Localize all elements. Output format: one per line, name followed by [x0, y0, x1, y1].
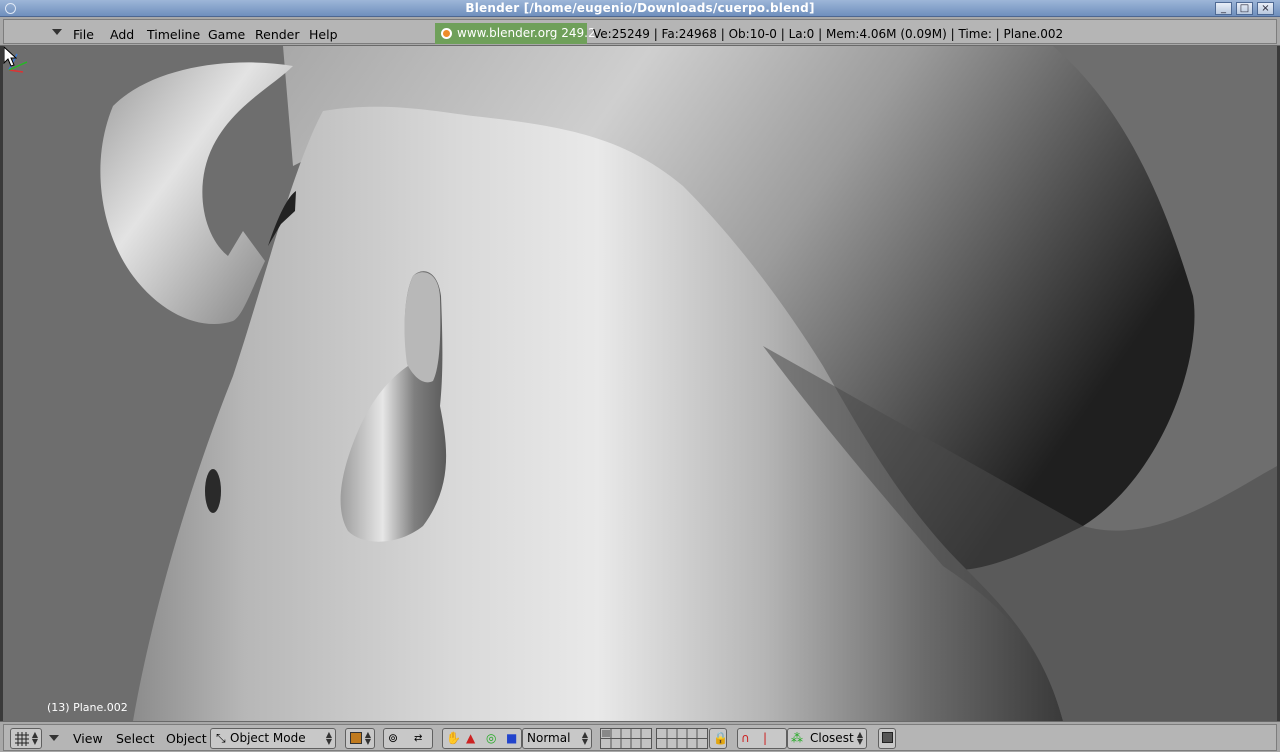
updown-icon: ▲ ▼	[856, 730, 863, 746]
updown-icon: ▲ ▼	[325, 730, 332, 746]
menu-object[interactable]: Object	[166, 731, 207, 746]
window-titlebar: Blender [/home/eugenio/Downloads/cuerpo.…	[0, 0, 1280, 17]
menu-view[interactable]: View	[73, 731, 103, 746]
mode-icon: ⤡	[216, 731, 226, 745]
scene-stats: Ve:25249 | Fa:24968 | Ob:10-0 | La:0 | M…	[593, 27, 1064, 41]
header-collapse-icon[interactable]	[49, 735, 59, 741]
lock-icon: 🔒	[713, 731, 728, 745]
proportional-edit-toggles[interactable]: ∩ |	[737, 728, 787, 749]
render-preview-button[interactable]	[878, 728, 896, 749]
hand-icon: ✋	[446, 731, 461, 745]
minimize-button[interactable]: _	[1215, 2, 1232, 15]
updown-icon: ▲ ▼	[31, 730, 38, 746]
lock-layers-button[interactable]: 🔒	[709, 728, 728, 749]
info-header-panel: File Add Timeline Game Render Help www.b…	[3, 19, 1277, 44]
3d-viewport[interactable]: (13) Plane.002	[3, 46, 1277, 721]
mode-label: Object Mode	[230, 731, 306, 745]
close-button[interactable]: ×	[1257, 2, 1274, 15]
menu-render[interactable]: Render	[255, 27, 300, 42]
menu-file[interactable]: File	[73, 27, 94, 42]
menu-add[interactable]: Add	[110, 27, 134, 42]
grid-editor-icon	[15, 732, 29, 746]
menu-game[interactable]: Game	[208, 27, 245, 42]
snap-icon: ⁂	[791, 731, 803, 745]
active-object-label: (13) Plane.002	[47, 701, 128, 714]
blender-site-label: www.blender.org 249.2	[457, 26, 596, 40]
menu-timeline[interactable]: Timeline	[147, 27, 200, 42]
snap-target-selector[interactable]: ⁂ Closest ▲ ▼	[787, 728, 867, 749]
mode-selector[interactable]: ⤡ Object Mode ▲ ▼	[210, 728, 336, 749]
layer-buttons-left[interactable]	[600, 728, 652, 749]
view3d-header-panel: ▲ ▼ View Select Object ⤡ Object Mode ▲ ▼ ▲…	[3, 724, 1277, 751]
info-header: File Add Timeline Game Render Help www.b…	[0, 17, 1280, 46]
manipulator-icon: ⇄	[414, 733, 423, 744]
layers-grid-icon	[657, 729, 707, 748]
rotate-icon: ◎	[486, 731, 497, 745]
orientation-label: Normal	[527, 731, 571, 745]
manipulator-toggles[interactable]: ✋ ▲ ◎ ■	[442, 728, 522, 749]
maximize-button[interactable]: □	[1236, 2, 1253, 15]
mesh-render	[100, 46, 1277, 721]
layer-buttons-right[interactable]	[656, 728, 708, 749]
view3d-header: ▲ ▼ View Select Object ⤡ Object Mode ▲ ▼ ▲…	[0, 721, 1280, 752]
mouse-cursor-icon	[3, 46, 17, 67]
blender-logo-icon	[441, 28, 452, 39]
blender-version-badge[interactable]: www.blender.org 249.2	[435, 23, 596, 44]
magnet-icon: ∩	[741, 731, 750, 745]
window-title: Blender [/home/eugenio/Downloads/cuerpo.…	[465, 1, 815, 15]
menu-select[interactable]: Select	[116, 731, 155, 746]
solid-cube-icon	[350, 732, 362, 744]
pivot-icon: ⊚	[388, 731, 399, 745]
header-collapse-icon[interactable]	[52, 29, 62, 35]
scale-icon: ■	[506, 731, 518, 745]
layers-grid-icon	[601, 729, 651, 748]
render-icon	[882, 732, 893, 743]
pivot-selector[interactable]: ⊚ ⇄	[383, 728, 433, 749]
updown-icon: ▲ ▼	[364, 730, 371, 746]
translate-icon: ▲	[466, 731, 476, 745]
updown-icon: ▲ ▼	[581, 730, 588, 746]
snap-target-label: Closest	[810, 731, 854, 745]
draw-type-selector[interactable]: ▲ ▼	[345, 728, 375, 749]
editor-type-button[interactable]: ▲ ▼	[10, 728, 42, 749]
transform-orientation-selector[interactable]: Normal ▲ ▼	[522, 728, 592, 749]
menu-help[interactable]: Help	[309, 27, 338, 42]
falloff-icon: |	[763, 731, 768, 745]
